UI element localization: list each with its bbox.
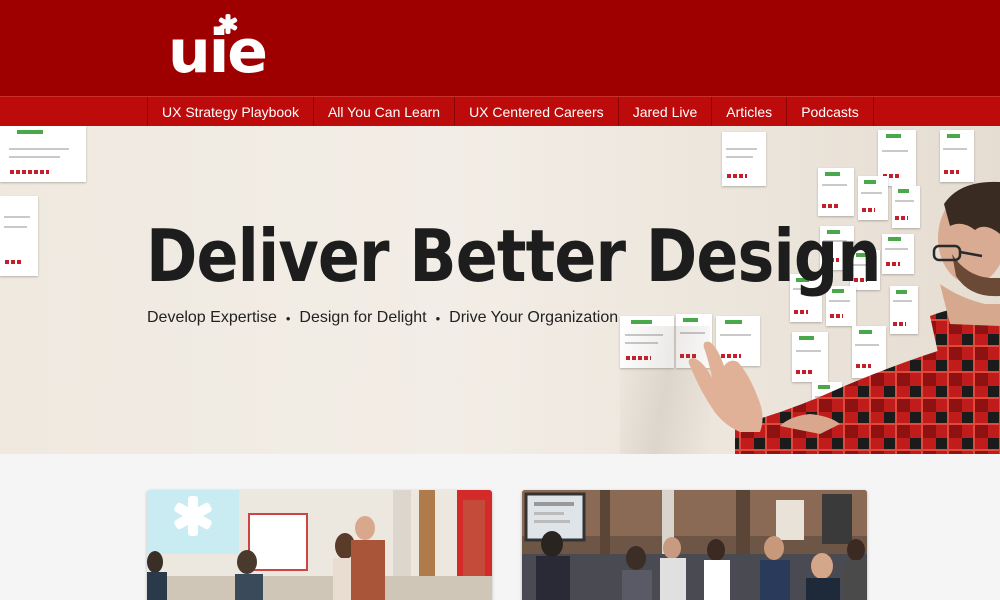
subtitle-item-design-for-delight: Design for Delight bbox=[299, 309, 427, 326]
subtitle-separator: • bbox=[285, 310, 291, 326]
conference-audience-photo bbox=[522, 490, 867, 600]
nav-item-all-you-can-learn[interactable]: All You Can Learn bbox=[312, 97, 454, 127]
nav-list: UX Strategy Playbook All You Can Learn U… bbox=[147, 97, 874, 127]
hero-banner: Deliver Better Design Develop Expertise … bbox=[0, 126, 1000, 454]
nav-item-articles[interactable]: Articles bbox=[711, 97, 786, 127]
hero-title: Deliver Better Design bbox=[146, 214, 881, 298]
site-logo[interactable]: uie bbox=[168, 14, 292, 87]
hero-subtitle: Develop Expertise • Design for Delight •… bbox=[147, 309, 618, 327]
nav-item-podcasts[interactable]: Podcasts bbox=[786, 97, 874, 127]
feature-card-conference[interactable] bbox=[522, 490, 867, 600]
subtitle-item-develop-expertise: Develop Expertise bbox=[147, 309, 277, 326]
site-header: uie bbox=[0, 0, 1000, 96]
feature-card-workshop[interactable] bbox=[147, 490, 492, 600]
nav-item-ux-strategy-playbook[interactable]: UX Strategy Playbook bbox=[147, 97, 313, 127]
asterisk-icon bbox=[218, 14, 238, 34]
main-nav: UX Strategy Playbook All You Can Learn U… bbox=[0, 96, 1000, 127]
workshop-room-photo bbox=[147, 490, 492, 600]
subtitle-separator: • bbox=[435, 310, 441, 326]
subtitle-item-drive-your-organization: Drive Your Organization bbox=[449, 309, 619, 326]
nav-item-jared-live[interactable]: Jared Live bbox=[617, 97, 712, 127]
logo-text: uie bbox=[168, 17, 268, 87]
nav-item-ux-centered-careers[interactable]: UX Centered Careers bbox=[454, 97, 618, 127]
